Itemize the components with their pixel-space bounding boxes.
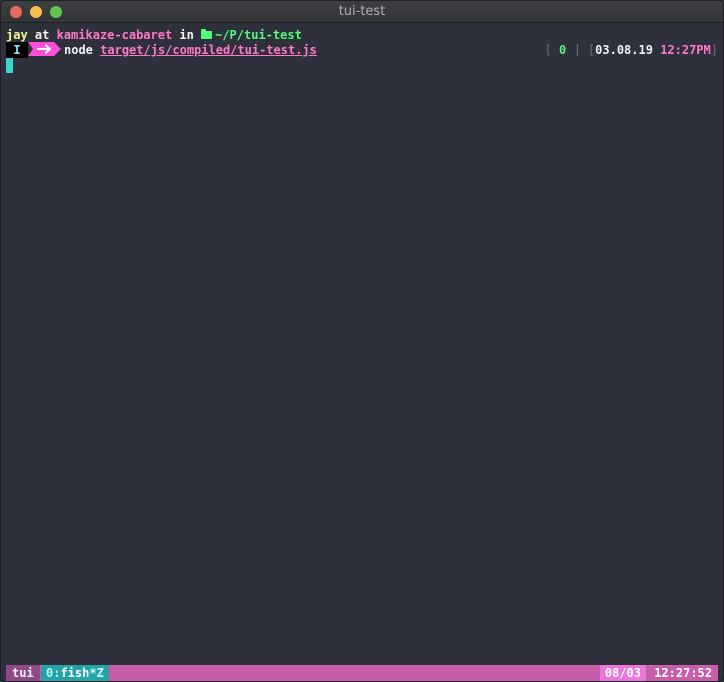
prompt-at-text: at	[27, 28, 57, 42]
right-prompt: [ 0 ] [03.08.19 12:27PM]	[544, 43, 718, 57]
vi-mode-badge: I	[6, 42, 28, 58]
prompt-in-text: in	[172, 28, 202, 42]
text-cursor	[6, 58, 13, 73]
command-line: Inode target/js/compiled/tui-test.js [ 0…	[6, 42, 718, 58]
arrow-right-icon	[28, 42, 61, 56]
command-name: node	[64, 43, 93, 57]
terminal-window: tui-test jay at kamikaze-cabaret in ~/P/…	[0, 0, 724, 682]
tmux-time: 12:27:52	[648, 665, 718, 681]
tmux-window-index: 0:	[46, 666, 61, 680]
prompt-date: 03.08.19	[595, 43, 653, 57]
tmux-date: 08/03	[599, 665, 646, 681]
prompt-user: jay	[6, 28, 28, 42]
window-title: tui-test	[338, 4, 386, 19]
title-bar[interactable]: tui-test	[1, 1, 723, 23]
tmux-window-flags: *Z	[89, 666, 104, 680]
folder-icon	[201, 29, 213, 39]
tmux-status-bar: tui 0:fish*Z 08/03 12:27:52	[6, 665, 718, 681]
tmux-window-name: fish	[60, 666, 90, 680]
prompt-path: ~/P/tui-test	[215, 28, 302, 42]
prompt-host: kamikaze-cabaret	[56, 28, 173, 42]
tmux-window-tab[interactable]: 0:fish*Z	[41, 665, 109, 681]
tmux-session-name: tui	[6, 665, 40, 681]
prompt-time: 12:27PM	[660, 43, 711, 57]
command-argument[interactable]: target/js/compiled/tui-test.js	[100, 43, 317, 57]
prompt-info-line: jay at kamikaze-cabaret in ~/P/tui-test	[6, 27, 302, 43]
